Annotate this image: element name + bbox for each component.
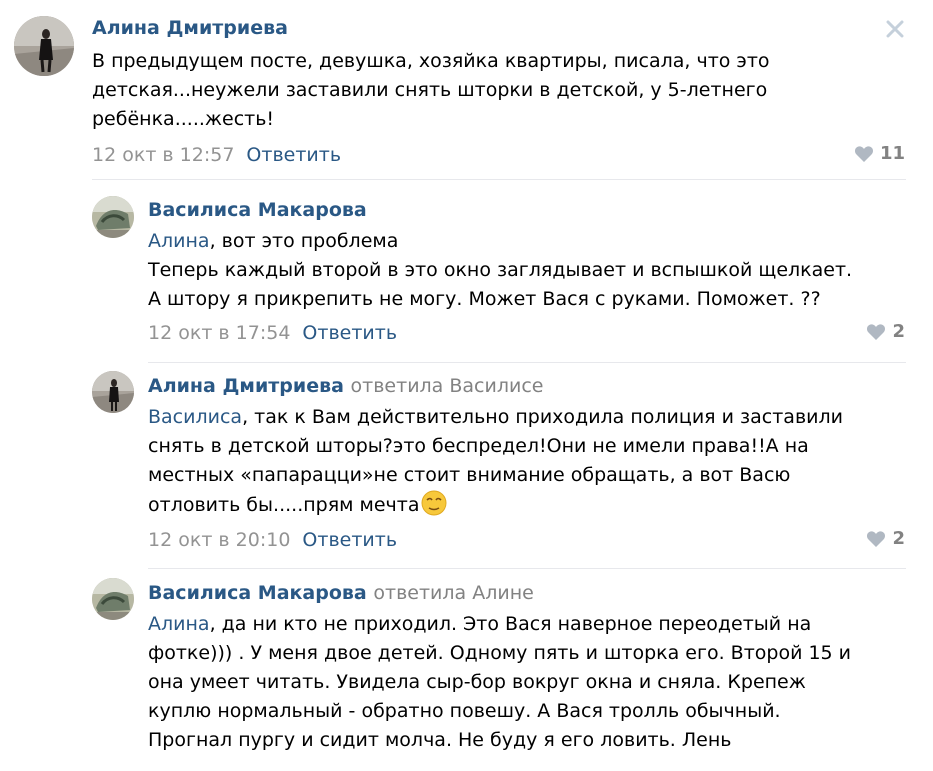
comment-time[interactable]: 12 окт в 20:10	[148, 529, 290, 551]
comment-time[interactable]: 12 окт в 12:57	[92, 144, 234, 166]
comment-text-line: детская...неужели заставили снять шторки…	[92, 79, 768, 101]
comment: Алина Дмитриева ответила Василисе Васили…	[0, 363, 933, 573]
comment-author[interactable]: Алина Дмитриева	[92, 16, 288, 40]
mention-link[interactable]: Алина	[148, 230, 210, 252]
comment-text-line: она умеет читать. Увидела сыр-бор вокруг…	[148, 671, 806, 693]
like-button[interactable]: 2	[866, 321, 905, 342]
reply-button[interactable]: Ответить	[302, 322, 397, 344]
mention-link[interactable]: Алина	[148, 613, 210, 635]
comment-text-line: местных «папарацци»не стоит внимание обр…	[148, 464, 791, 486]
author-link[interactable]: Василиса Макарова	[148, 582, 367, 604]
replied-to[interactable]: ответила Василисе	[351, 375, 544, 397]
avatar[interactable]	[92, 371, 134, 413]
comment-text-line: фотке))) . У меня двое детей. Одному пят…	[148, 642, 852, 664]
comment-meta: 12 окт в 12:57 Ответить	[92, 143, 341, 167]
comment: Алина Дмитриева В предыдущем посте, деву…	[0, 0, 933, 180]
comment-meta: 12 окт в 20:10 Ответить	[148, 528, 397, 552]
mention-link[interactable]: Василиса	[148, 406, 242, 428]
comment-author: Василиса Макарова ответила Алине	[148, 581, 534, 605]
like-button[interactable]: 11	[854, 143, 905, 164]
comment-meta: 12 окт в 17:54 Ответить	[148, 321, 397, 345]
comment-text-line: ребёнка.....жесть!	[92, 108, 275, 130]
comment-text-line: Теперь каждый второй в это окно заглядыв…	[148, 259, 853, 281]
like-count: 2	[892, 528, 905, 549]
comment-text-line: куплю нормальный - обратно повешу. А Вас…	[148, 700, 781, 722]
like-count: 11	[879, 143, 905, 164]
comment-time[interactable]: 12 окт в 17:54	[148, 322, 290, 344]
comment-text-line: отловить бы.....прям мечта	[148, 490, 843, 520]
reply-button[interactable]: Ответить	[246, 144, 341, 166]
relieved-face-emoji	[419, 490, 449, 516]
comment-text-line: В предыдущем посте, девушка, хозяйка ква…	[92, 50, 770, 72]
comment: Василиса Макарова ответила Алине Алина, …	[0, 570, 933, 771]
heart-icon	[866, 530, 886, 548]
heart-icon	[854, 145, 874, 163]
comment-text-line: А штору я прикрепить не могу. Может Вася…	[148, 288, 821, 310]
avatar[interactable]	[92, 578, 134, 620]
avatar[interactable]	[92, 196, 134, 238]
heart-icon	[866, 323, 886, 341]
avatar[interactable]	[14, 16, 74, 76]
comment-text-line: Алина, вот это проблема	[148, 230, 399, 252]
reply-button[interactable]: Ответить	[302, 529, 397, 551]
comment-author: Алина Дмитриева ответила Василисе	[148, 374, 543, 398]
comment: Василиса Макарова Алина, вот это проблем…	[0, 180, 933, 363]
replied-to[interactable]: ответила Алине	[373, 582, 533, 604]
comment-text-line: Прогнал пургу и сидит молча. Не буду я е…	[148, 729, 732, 751]
comment-author[interactable]: Василиса Макарова	[148, 198, 367, 222]
comment-text-line: снять в детской шторы?это беспредел!Они …	[148, 435, 809, 457]
divider	[148, 568, 906, 569]
comment-text-line: Василиса, так к Вам действительно приход…	[148, 406, 843, 428]
like-button[interactable]: 2	[866, 528, 905, 549]
like-count: 2	[892, 321, 905, 342]
comment-text-line: Алина, да ни кто не приходил. Это Вася н…	[148, 613, 812, 635]
author-link[interactable]: Алина Дмитриева	[148, 375, 344, 397]
